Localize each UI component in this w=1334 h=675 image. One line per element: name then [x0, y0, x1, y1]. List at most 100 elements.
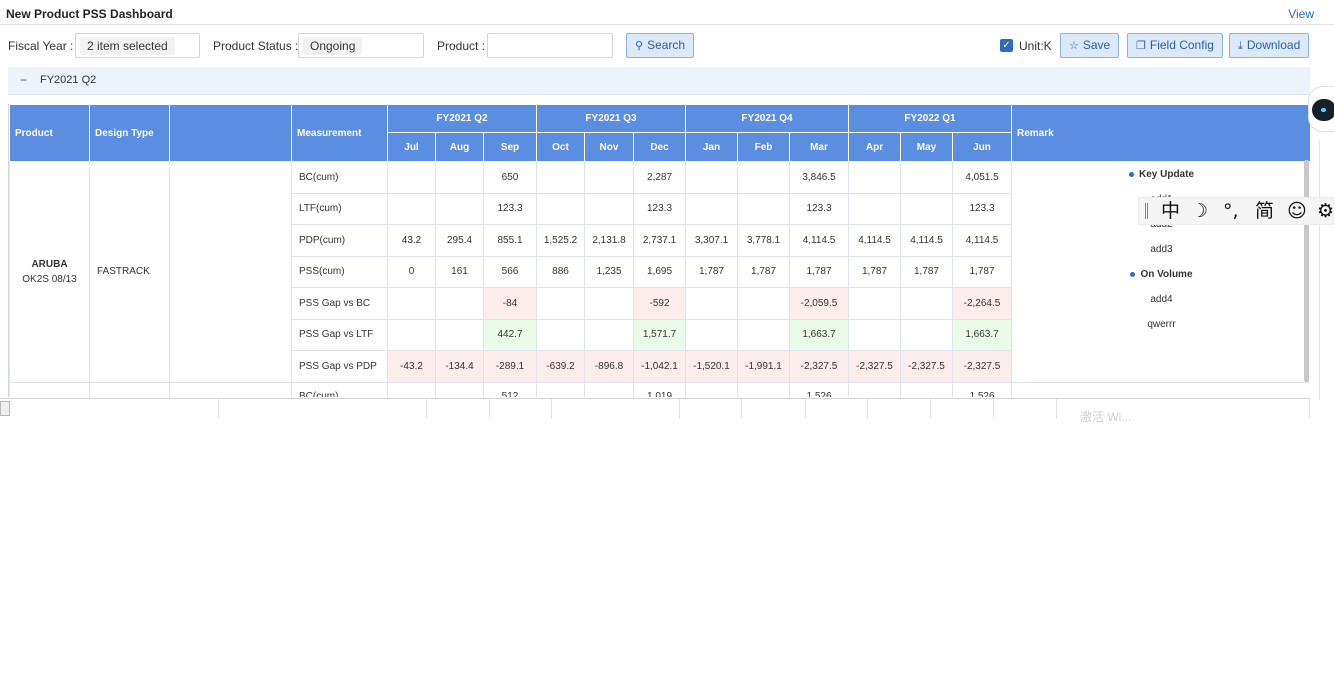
measurement-cell: PSS Gap vs LTF — [291, 318, 388, 351]
value-cell — [848, 161, 901, 194]
blank-cell — [89, 381, 170, 397]
column-divider — [805, 399, 806, 419]
remark-text: add3 — [1150, 244, 1173, 255]
header-blank — [169, 104, 292, 162]
assistant-bot-icon[interactable] — [1308, 86, 1334, 132]
blank-cell — [169, 161, 292, 383]
column-divider — [1309, 399, 1310, 419]
value-cell — [584, 192, 634, 225]
remark-item: add4 — [1012, 287, 1310, 312]
product-input[interactable] — [487, 33, 613, 58]
value-cell: 442.7 — [483, 318, 537, 351]
value-cell: 1,787 — [737, 255, 790, 288]
value-cell — [737, 161, 790, 194]
value-cell: 2,737.1 — [633, 224, 686, 257]
ime-drag-handle[interactable] — [1145, 203, 1148, 219]
product-subtitle: OK2S 08/13 — [22, 273, 77, 285]
header-measurement: Measurement — [291, 104, 388, 162]
product-status-select[interactable]: Ongoing — [298, 33, 424, 58]
design-type-cell: FASTRACK — [89, 161, 170, 383]
header-month: Sep — [483, 132, 537, 162]
collapse-icon[interactable]: − — [20, 73, 27, 87]
chinese-mode-icon[interactable]: 中 — [1161, 200, 1180, 222]
remark-text: add4 — [1150, 294, 1173, 305]
value-cell: -1,991.1 — [737, 350, 790, 383]
bot-face — [1312, 99, 1334, 121]
value-cell: 1,526 — [789, 381, 849, 397]
header-quarter: FY2021 Q2 — [387, 104, 537, 133]
value-cell: 3,778.1 — [737, 224, 790, 257]
filter-bar: Fiscal Year : 2 item selected Product St… — [0, 32, 1334, 60]
header-row-quarters: Product Design Type Measurement FY2021 Q… — [9, 104, 1310, 162]
save-button-label: Save — [1082, 38, 1111, 52]
value-cell: 1,526 — [952, 381, 1012, 397]
pss-table: Product Design Type Measurement FY2021 Q… — [9, 104, 1310, 397]
value-cell: 1,787 — [789, 255, 849, 288]
product-status-chip: Ongoing — [303, 37, 363, 55]
download-icon: ⤓ — [1238, 40, 1243, 52]
search-button[interactable]: ⚲ Search — [626, 33, 695, 58]
scroll-grip[interactable] — [0, 401, 10, 416]
simplified-icon[interactable]: 简 — [1255, 200, 1274, 222]
settings-icon[interactable]: ⚙ — [1317, 200, 1334, 222]
value-cell — [848, 287, 901, 320]
download-button[interactable]: ⤓ Download — [1229, 33, 1310, 58]
table-row: BC(cum) 512 1,019 1,526 1,526 — [9, 381, 1310, 397]
value-cell: 1,787 — [685, 255, 738, 288]
value-cell: 161 — [435, 255, 484, 288]
value-cell: 0 — [387, 255, 436, 288]
value-cell: 2,287 — [633, 161, 686, 194]
value-cell — [536, 161, 585, 194]
value-cell: 123.3 — [483, 192, 537, 225]
value-cell: 1,787 — [900, 255, 953, 288]
remark-item: add3 — [1012, 237, 1310, 262]
header-month: Jun — [952, 132, 1012, 162]
remark-text: Key Update — [1138, 169, 1194, 180]
value-cell — [737, 318, 790, 351]
field-config-button[interactable]: ❐ Field Config — [1127, 33, 1223, 58]
side-panel-edge — [1319, 140, 1334, 400]
group-title: FY2021 Q2 — [40, 74, 97, 86]
measurement-cell: LTF(cum) — [291, 192, 388, 225]
value-cell — [387, 161, 436, 194]
value-cell — [536, 287, 585, 320]
value-cell — [435, 381, 484, 397]
value-cell — [685, 161, 738, 194]
value-cell: -2,327.5 — [952, 350, 1012, 383]
punctuation-icon[interactable]: °, — [1223, 200, 1239, 222]
bullet-icon — [1130, 271, 1136, 277]
fiscal-year-select[interactable]: 2 item selected — [75, 33, 200, 58]
header-month: Jan — [685, 132, 738, 162]
value-cell: 4,114.5 — [789, 224, 849, 257]
download-button-label: Download — [1246, 38, 1301, 52]
field-config-button-label: Field Config — [1149, 38, 1214, 52]
column-divider — [1056, 399, 1057, 419]
value-cell: 1,571.7 — [633, 318, 686, 351]
value-cell — [435, 318, 484, 351]
value-cell: 886 — [536, 255, 585, 288]
save-button[interactable]: ☆ Save — [1060, 33, 1120, 58]
vertical-scrollbar[interactable] — [1304, 160, 1309, 382]
header-quarter: FY2021 Q3 — [536, 104, 686, 133]
emoji-icon[interactable]: ☺ — [1287, 200, 1307, 222]
header-month: Apr — [848, 132, 901, 162]
value-cell — [900, 381, 953, 397]
ime-toolbar: 中 ☽ °, 简 ☺ ⚙ — [1138, 197, 1334, 225]
value-cell — [584, 161, 634, 194]
unit-checkbox[interactable]: ✓ — [1000, 39, 1013, 52]
value-cell — [435, 192, 484, 225]
value-cell — [584, 318, 634, 351]
view-link[interactable]: View — [1288, 7, 1314, 21]
remark-heading: Key Update — [1012, 162, 1310, 187]
value-cell: 3,846.5 — [789, 161, 849, 194]
value-cell: -2,059.5 — [789, 287, 849, 320]
search-icon: ⚲ — [635, 40, 644, 52]
value-cell — [848, 381, 901, 397]
title-bar: New Product PSS Dashboard View — [0, 0, 1334, 25]
value-cell: 1,235 — [584, 255, 634, 288]
column-divider — [741, 399, 742, 419]
half-width-icon[interactable]: ☽ — [1191, 200, 1208, 222]
bullet-icon — [1128, 171, 1134, 177]
unit-label: Unit:K — [1019, 39, 1052, 53]
value-cell — [685, 287, 738, 320]
